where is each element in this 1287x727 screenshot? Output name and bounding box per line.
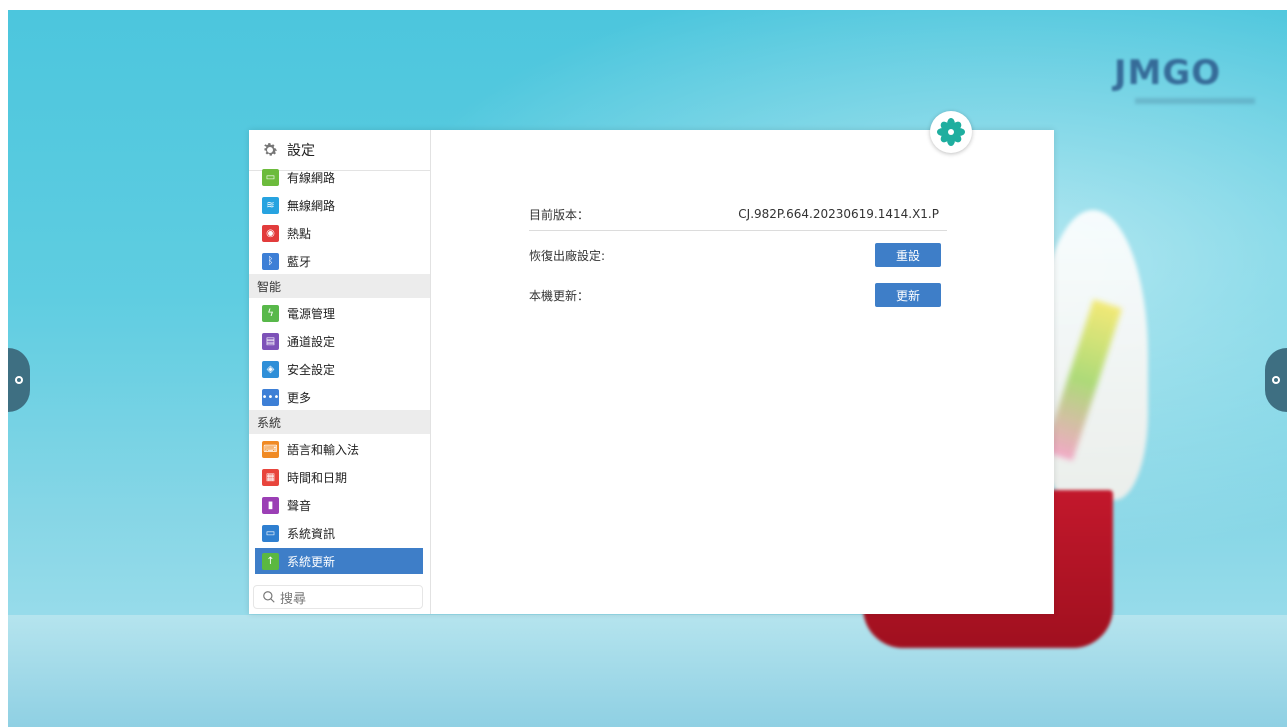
- sidebar-item-more[interactable]: ••• 更多: [249, 383, 430, 411]
- sidebar-item-wired-network[interactable]: ▭ 有線網路: [249, 166, 430, 188]
- local-update-row: 本機更新： 更新: [529, 279, 947, 311]
- keyboard-icon: ⌨: [262, 440, 279, 458]
- update-icon: ↑: [262, 552, 279, 570]
- settings-window: 設定 ▭ 有線網路 ≋ 無線網路 ◉ 熱點 ᛒ 藍牙 智能 ϟ 電源管理 ▤ 通…: [249, 130, 1054, 614]
- flower-icon: [937, 118, 965, 146]
- search-field[interactable]: 搜尋: [253, 585, 423, 609]
- info-icon: ▭: [262, 524, 279, 542]
- sidebar-item-label: 藍牙: [287, 254, 312, 269]
- update-button[interactable]: 更新: [875, 283, 941, 307]
- settings-content: 目前版本： CJ.982P.664.20230619.1414.X1.P 恢復出…: [431, 130, 1054, 614]
- gear-icon: [264, 143, 278, 156]
- sidebar-item-label: 聲音: [287, 498, 312, 513]
- sidebar-item-channel[interactable]: ▤ 通道設定: [249, 327, 430, 355]
- sidebar-item-hotspot[interactable]: ◉ 熱點: [249, 219, 430, 247]
- sidebar-item-wifi[interactable]: ≋ 無線網路: [249, 191, 430, 219]
- factory-reset-label: 恢復出廠設定:: [529, 248, 606, 263]
- search-icon: [263, 591, 275, 603]
- sidebar-item-label: 有線網路: [287, 170, 336, 185]
- sidebar-item-label: 電源管理: [287, 306, 336, 321]
- sidebar-item-bluetooth[interactable]: ᛒ 藍牙: [249, 247, 430, 275]
- sidebar-item-power[interactable]: ϟ 電源管理: [249, 299, 430, 327]
- sidebar-item-label: 熱點: [287, 226, 312, 241]
- sidebar-item-label: 更多: [287, 390, 312, 405]
- right-edge-settings-tab[interactable]: [1265, 348, 1287, 412]
- shield-icon: ◈: [262, 360, 279, 378]
- sidebar-item-datetime[interactable]: ▦ 時間和日期: [249, 463, 430, 491]
- sidebar-item-label: 通道設定: [287, 334, 336, 349]
- sidebar-item-label: 時間和日期: [287, 470, 348, 485]
- version-label: 目前版本：: [529, 207, 590, 222]
- brand-logo: JMGO: [1113, 52, 1222, 93]
- gear-icon: [15, 376, 23, 384]
- version-value: CJ.982P.664.20230619.1414.X1.P: [738, 207, 939, 221]
- reset-button[interactable]: 重設: [875, 243, 941, 267]
- sidebar-item-sound[interactable]: ▮ 聲音: [249, 491, 430, 519]
- settings-sidebar: 設定 ▭ 有線網路 ≋ 無線網路 ◉ 熱點 ᛒ 藍牙 智能 ϟ 電源管理 ▤ 通…: [249, 130, 431, 614]
- local-update-label: 本機更新：: [529, 288, 590, 303]
- sidebar-item-label: 語言和輸入法: [287, 442, 360, 457]
- floating-assistant-button[interactable]: [930, 111, 972, 153]
- sidebar-item-security[interactable]: ◈ 安全設定: [249, 355, 430, 383]
- search-placeholder: 搜尋: [280, 591, 307, 607]
- sidebar-item-language[interactable]: ⌨ 語言和輸入法: [249, 435, 430, 463]
- sidebar-header: 設定: [249, 130, 430, 171]
- version-row: 目前版本： CJ.982P.664.20230619.1414.X1.P: [529, 198, 947, 231]
- more-icon: •••: [262, 388, 279, 406]
- power-icon: ϟ: [262, 304, 279, 322]
- sidebar-item-system-update[interactable]: ↑ 系統更新: [255, 548, 423, 574]
- sidebar-item-system-info[interactable]: ▭ 系統資訊: [249, 519, 430, 547]
- ethernet-icon: ▭: [262, 168, 279, 186]
- factory-reset-row: 恢復出廠設定: 重設: [529, 239, 947, 271]
- hotspot-icon: ◉: [262, 224, 279, 242]
- sidebar-section-smart: 智能: [249, 274, 430, 298]
- sidebar-item-label: 無線網路: [287, 198, 336, 213]
- gear-icon: [1272, 376, 1280, 384]
- sidebar-item-label: 系統資訊: [287, 526, 336, 541]
- sidebar-section-system: 系統: [249, 410, 430, 434]
- speaker-icon: ▮: [262, 496, 279, 514]
- wifi-icon: ≋: [262, 196, 279, 214]
- sidebar-item-label: 系統更新: [287, 554, 336, 569]
- brand-logo-tagline: [1135, 98, 1255, 104]
- calendar-icon: ▦: [262, 468, 279, 486]
- bluetooth-icon: ᛒ: [262, 252, 279, 270]
- channel-icon: ▤: [262, 332, 279, 350]
- sidebar-item-label: 安全設定: [287, 362, 336, 377]
- sidebar-title: 設定: [287, 143, 315, 159]
